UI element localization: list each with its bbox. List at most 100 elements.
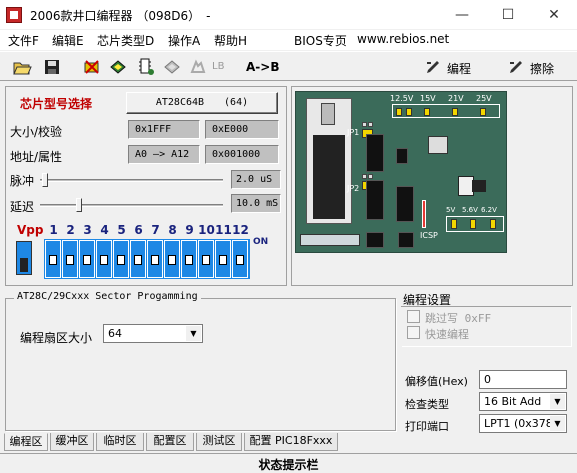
open-folder-icon[interactable] (12, 57, 32, 77)
dip-switch-4[interactable] (96, 240, 112, 278)
program-button[interactable]: 编程 (425, 57, 505, 77)
crystal-component (428, 136, 448, 154)
maximize-button[interactable]: ☐ (485, 0, 531, 30)
toolbar: LB A->B 编程 擦除 (0, 51, 577, 81)
tab-test[interactable]: 测试区 (196, 433, 242, 451)
address-attr-label: 地址/属性 (10, 150, 63, 164)
status-text: 状态提示栏 (258, 458, 319, 472)
address-range-field: A0 —> A12 (128, 145, 200, 164)
jumper-icon (470, 219, 476, 229)
dip-switch-3[interactable] (79, 240, 95, 278)
tab-pic18f-config[interactable]: 配置 PIC18Fxxx (244, 433, 338, 451)
menu-operation[interactable]: 操作A (168, 32, 200, 49)
dip-switch-7[interactable] (147, 240, 163, 278)
switch-on-label: ON (253, 237, 269, 247)
dip-knob (236, 255, 244, 265)
jp1-label: JP1 (347, 128, 360, 137)
save-disk-icon[interactable] (42, 57, 62, 77)
print-port-select[interactable]: LPT1 (0x378) ▼ (479, 414, 567, 433)
pulse-slider-thumb[interactable] (42, 173, 48, 187)
chevron-down-icon[interactable]: ▼ (186, 326, 201, 341)
switch-number-4: 4 (100, 223, 109, 237)
status-bar: 状态提示栏 (0, 453, 577, 473)
close-button[interactable]: ✕ (531, 0, 577, 30)
ic-chip (396, 148, 408, 164)
jumper-icon (396, 108, 402, 116)
chevron-down-icon[interactable]: ▼ (550, 394, 565, 409)
check-type-label: 检查类型 (405, 398, 449, 411)
erase-button[interactable]: 擦除 (508, 57, 577, 77)
menu-website[interactable]: www.rebios.net (357, 32, 449, 46)
sector-size-select[interactable]: 64 ▼ (103, 324, 203, 343)
menu-edit[interactable]: 编辑E (52, 32, 84, 49)
chip-verify-icon[interactable] (136, 57, 156, 77)
chevron-down-icon[interactable]: ▼ (550, 416, 565, 431)
menu-bios-page[interactable]: BIOS专页 (294, 32, 347, 49)
app-icon (6, 7, 22, 23)
menu-help[interactable]: 帮助H (214, 32, 247, 49)
vpp-label: Vpp (17, 223, 44, 237)
pulse-label: 脉冲 (10, 174, 35, 188)
lb-button[interactable]: LB (212, 61, 224, 72)
pulse-value: 2.0 uS (231, 170, 281, 189)
jumper-icon (451, 219, 457, 229)
switch-number-1: 1 (49, 223, 58, 237)
dip-switch-2[interactable] (62, 240, 78, 278)
chip-protect-icon[interactable] (188, 57, 208, 77)
v21-label: 21V (448, 94, 464, 103)
jumper-icon (480, 108, 486, 116)
tab-temp[interactable]: 临时区 (96, 433, 144, 451)
a-to-b-button[interactable]: A->B (246, 60, 279, 74)
dip-switch-9[interactable] (181, 240, 197, 278)
sector-group-title: AT28C/29Cxxx Sector Progamming (14, 291, 201, 302)
dip-switch-1[interactable] (45, 240, 61, 278)
program-label: 编程 (447, 62, 472, 76)
delay-slider-thumb[interactable] (76, 198, 82, 212)
chip-compare-icon[interactable] (162, 57, 182, 77)
icsp-header (422, 200, 426, 228)
menu-chip-type[interactable]: 芯片类型D (97, 32, 154, 49)
zif-socket (306, 98, 352, 224)
offset-input[interactable]: 0 (479, 370, 567, 389)
check-type-value: 16 Bit Add (484, 395, 542, 408)
dip-switch-5[interactable] (113, 240, 129, 278)
dip-switch-8[interactable] (164, 240, 180, 278)
fast-program-label: 快速编程 (425, 328, 469, 341)
tab-program-area[interactable]: 编程区 (4, 433, 48, 451)
v25-label: 25V (476, 94, 492, 103)
switch-number-5: 5 (117, 223, 126, 237)
v5-6-label: 5.6V (462, 206, 478, 214)
ic-chip (366, 232, 384, 248)
pulse-slider-track[interactable] (40, 179, 223, 182)
chip-read-icon[interactable] (108, 57, 128, 77)
size-checksum-label: 大小/校验 (10, 125, 63, 139)
dip-knob (49, 255, 57, 265)
switch-number-6: 6 (134, 223, 143, 237)
dip-switch-11[interactable] (215, 240, 231, 278)
dip-knob (134, 255, 142, 265)
skip-ff-label: 跳过写 0xFF (425, 312, 492, 325)
vpp-switch[interactable] (16, 241, 32, 275)
chip-model-button[interactable]: AT28C64B (64) (126, 92, 278, 114)
dip-knob (185, 255, 193, 265)
fast-program-checkbox[interactable] (407, 326, 420, 339)
jp2-label: JP2 (347, 184, 360, 193)
menu-bar: 文件F 编辑E 芯片类型D 操作A 帮助H BIOS专页 www.rebios.… (0, 30, 577, 50)
title-bar: 2006款井口编程器 （098D6） - — ☐ ✕ (0, 0, 577, 30)
menu-file[interactable]: 文件F (8, 32, 39, 49)
chip-blank-check-icon[interactable] (82, 57, 102, 77)
dip-switch-12[interactable] (232, 240, 248, 278)
delay-slider-track[interactable] (40, 204, 223, 207)
vpp-switch-knob (20, 258, 28, 272)
jumper-icon (406, 108, 412, 116)
minimize-button[interactable]: — (439, 0, 485, 30)
ic-chip (366, 180, 384, 220)
jumper-icon (452, 108, 458, 116)
tab-config[interactable]: 配置区 (146, 433, 194, 451)
check-type-select[interactable]: 16 Bit Add ▼ (479, 392, 567, 411)
dip-switch-6[interactable] (130, 240, 146, 278)
skip-ff-checkbox[interactable] (407, 310, 420, 323)
icsp-label: ICSP (420, 231, 438, 240)
tab-buffer[interactable]: 缓冲区 (50, 433, 94, 451)
dip-switch-10[interactable] (198, 240, 214, 278)
